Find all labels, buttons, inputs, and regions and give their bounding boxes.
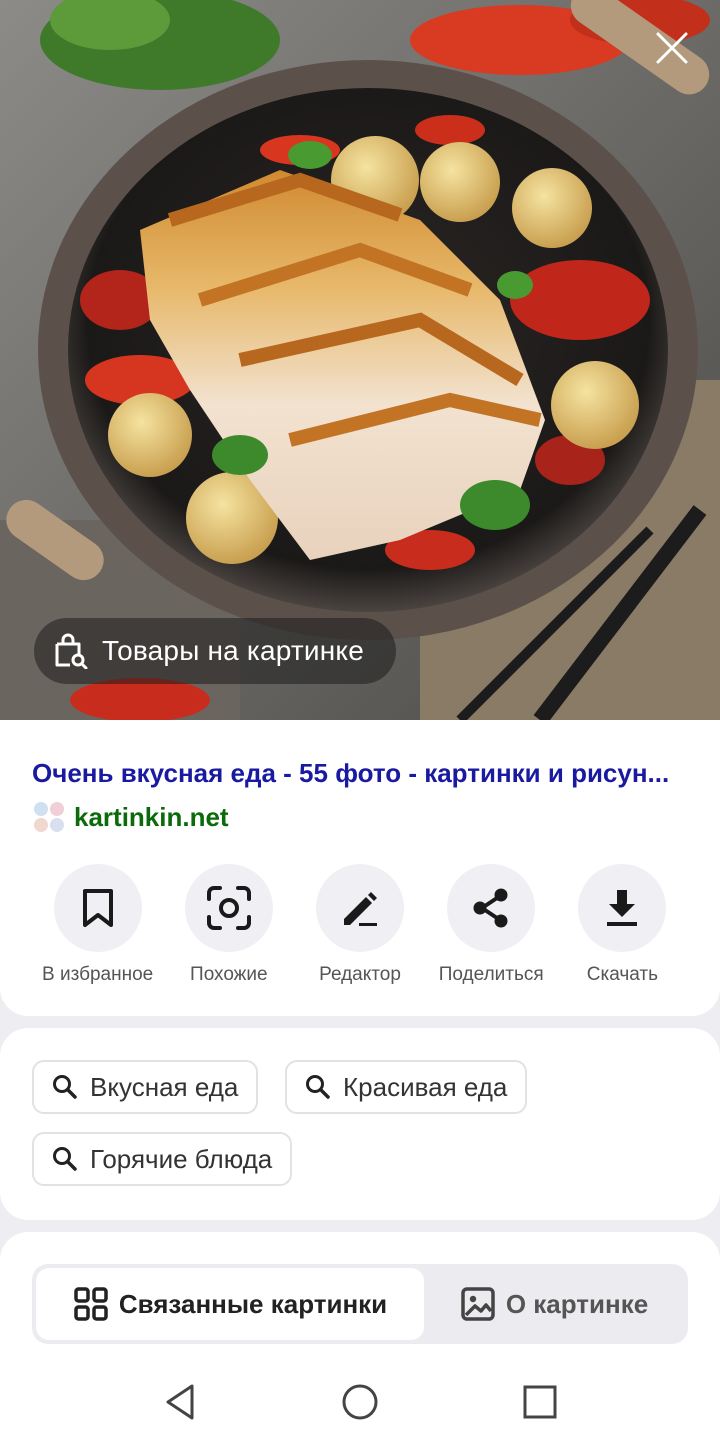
home-circle-icon [342, 1384, 378, 1420]
system-navigation-bar [0, 1360, 720, 1440]
nav-recents-button[interactable] [512, 1374, 568, 1430]
similar-label: Похожие [190, 964, 268, 985]
download-icon [607, 890, 638, 926]
editor-button-circle [316, 864, 404, 952]
search-chip-label: Вкусная еда [90, 1071, 239, 1102]
share-icon [473, 888, 508, 928]
close-button[interactable] [648, 24, 696, 72]
shopping-bag-search-icon [55, 633, 88, 669]
favorite-label: В избранное [42, 964, 154, 985]
related-searches-card: Вкусная еда Красивая еда Горячие блюда [0, 1028, 720, 1220]
source-link[interactable]: kartinkin.net [32, 800, 229, 834]
food-photo [0, 0, 720, 720]
nav-back-button[interactable] [152, 1374, 208, 1430]
similar-button[interactable]: Похожие [163, 864, 294, 986]
similar-button-circle [184, 864, 273, 952]
site-favicon-icon [34, 802, 64, 832]
products-in-image-button[interactable]: Товары на картинке [34, 618, 396, 684]
back-triangle-icon [166, 1384, 194, 1420]
recents-square-icon [523, 1385, 557, 1419]
search-chip[interactable]: Вкусная еда [32, 1060, 259, 1114]
tab-about-image-label: О картинке [505, 1288, 649, 1319]
favorite-button-circle [53, 864, 142, 952]
hero-image[interactable]: Товары на картинке [0, 0, 720, 720]
download-button[interactable]: Скачать [557, 864, 688, 986]
editor-button[interactable]: Редактор [294, 864, 425, 986]
search-chip[interactable]: Красивая еда [285, 1060, 528, 1114]
tabs-segmented-control: Связанные картинки О картинке [32, 1264, 688, 1344]
search-chip-label: Красивая еда [343, 1071, 508, 1102]
bookmark-icon [82, 889, 113, 927]
search-icon [306, 1075, 330, 1099]
search-icon [53, 1075, 77, 1099]
pencil-icon [344, 892, 377, 926]
share-label: Поделиться [438, 964, 544, 985]
result-info-card: Очень вкусная еда - 55 фото - картинки и… [0, 720, 720, 1016]
nav-home-button[interactable] [332, 1374, 388, 1430]
share-button[interactable]: Поделиться [426, 864, 557, 986]
close-icon [656, 32, 688, 64]
search-chip-label: Горячие блюда [90, 1143, 273, 1174]
lens-scan-icon [206, 886, 251, 930]
editor-label: Редактор [319, 964, 401, 985]
result-title-link[interactable]: Очень вкусная еда - 55 фото - картинки и… [32, 758, 692, 789]
action-bar: В избранное Похожие Редактор Поделиться … [0, 864, 720, 986]
download-label: Скачать [586, 964, 659, 985]
source-domain: kartinkin.net [74, 801, 229, 832]
search-icon [53, 1147, 77, 1171]
products-in-image-label: Товары на картинке [102, 635, 364, 666]
image-icon [461, 1287, 495, 1321]
grid-icon [74, 1287, 108, 1321]
download-button-circle [578, 864, 667, 952]
favorite-button[interactable]: В избранное [32, 864, 163, 986]
tab-related-images[interactable]: Связанные картинки [36, 1268, 424, 1340]
tab-about-image[interactable]: О картинке [424, 1268, 684, 1340]
search-chip[interactable]: Горячие блюда [32, 1132, 293, 1186]
tab-related-images-label: Связанные картинки [118, 1288, 388, 1319]
share-button-circle [447, 864, 536, 952]
